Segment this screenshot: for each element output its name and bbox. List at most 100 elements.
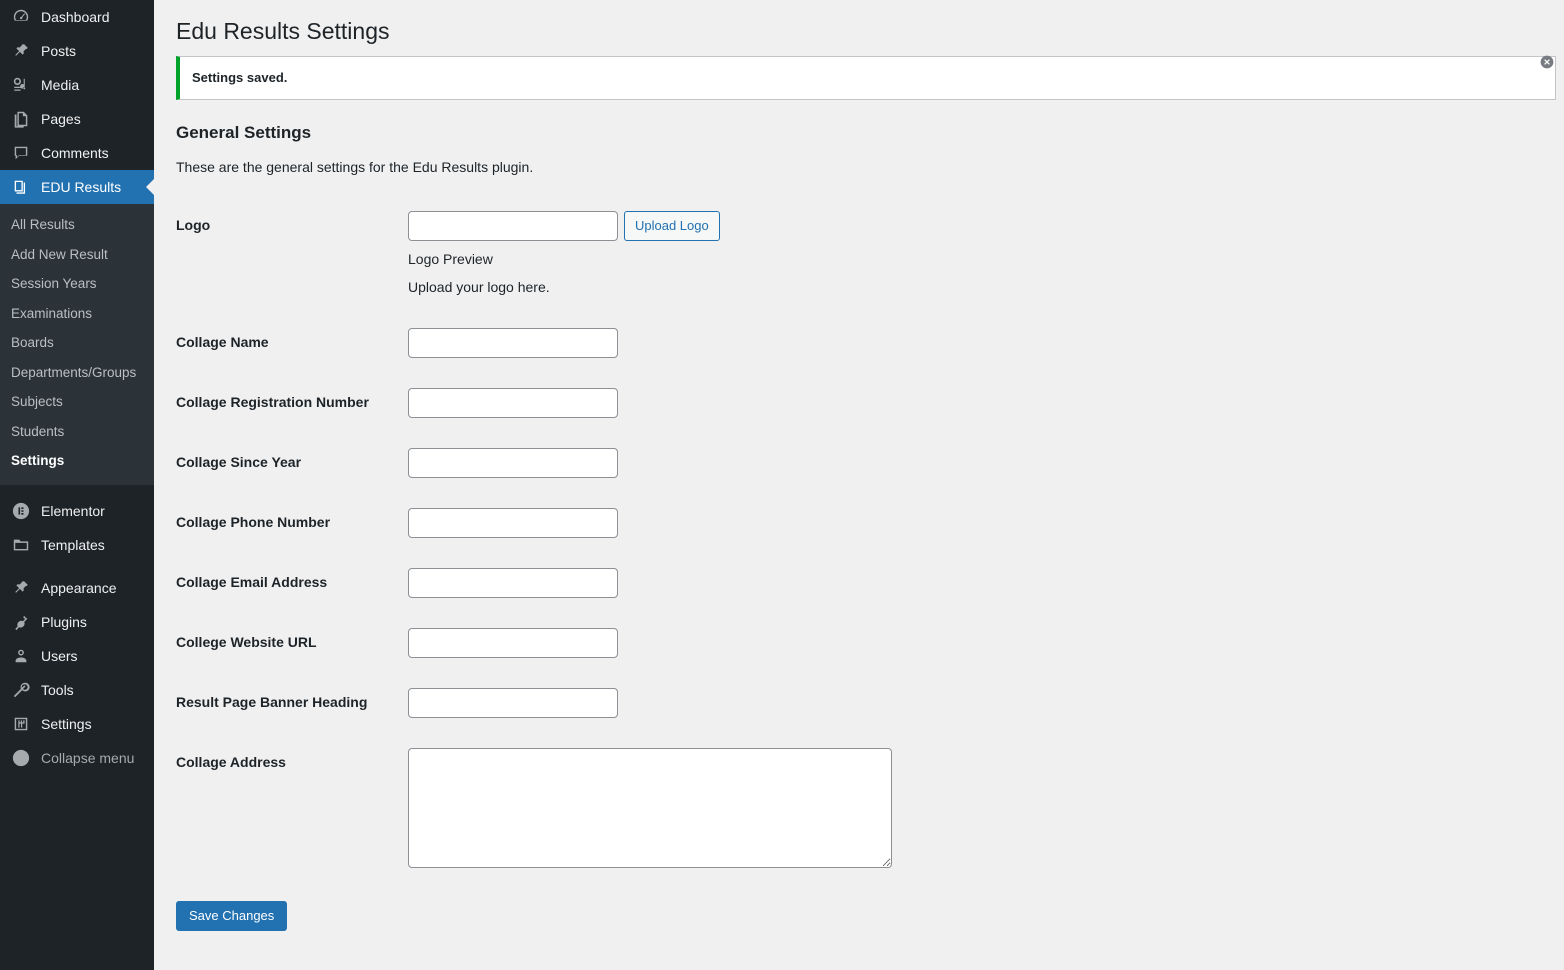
- page-title: Edu Results Settings: [176, 18, 390, 44]
- submenu-item-boards[interactable]: Boards: [0, 328, 154, 358]
- sidebar-item-label: Settings: [41, 715, 92, 732]
- sidebar-item-tools[interactable]: Tools: [0, 673, 154, 707]
- sidebar-item-label: Templates: [41, 536, 105, 553]
- menu-separator-1: [0, 485, 154, 494]
- sidebar-bottom-menu: Appearance Plugins Users Tools Settings: [0, 571, 154, 741]
- result-page-banner-heading-label: Result Page Banner Heading: [176, 693, 368, 710]
- collage-name-input[interactable]: [408, 327, 618, 358]
- general-settings-form: Logo Upload Logo Logo Preview Upload your l…: [176, 196, 1564, 931]
- college-website-url-label: College Website URL: [176, 633, 317, 650]
- sidebar-item-label: Media: [41, 77, 80, 93]
- logo-upload-row: Upload Logo: [408, 210, 1546, 241]
- main-content: Edu Results Settings Settings saved. Gen…: [154, 0, 1564, 970]
- collage-address-label: Collage Address: [176, 753, 286, 770]
- settings-saved-notice: Settings saved.: [176, 55, 1556, 100]
- logo-url-input[interactable]: [408, 210, 618, 241]
- form-row-college-website-url: College Website URL: [176, 613, 1556, 673]
- submenu-item-all-results[interactable]: All Results: [0, 210, 154, 240]
- college-website-url-field-cell: [398, 613, 1556, 673]
- submenu-item-settings[interactable]: Settings: [0, 446, 154, 476]
- logo-field-cell: Upload Logo Logo Preview Upload your logo …: [398, 196, 1556, 313]
- sidebar-item-users[interactable]: Users: [0, 639, 154, 673]
- college-website-url-input[interactable]: [408, 627, 618, 658]
- sidebar-item-label: Plugins: [41, 613, 87, 630]
- collage-address-textarea[interactable]: [408, 747, 892, 868]
- pages-icon: [11, 109, 31, 129]
- settings-icon: [11, 714, 31, 734]
- users-icon: [11, 646, 31, 666]
- logo-help-text: Upload your logo here.: [408, 279, 550, 296]
- collage-phone-number-input[interactable]: [408, 507, 618, 538]
- collage-email-address-field-cell: [398, 553, 1556, 613]
- collage-address-field-cell: [398, 733, 1556, 883]
- submenu-item-students[interactable]: Students: [0, 417, 154, 447]
- sidebar-top-menu: Dashboard Posts Media Pages Comments EDU Resu…: [0, 0, 154, 204]
- edu-results-submenu: All Results Add New Result Session Years Ex…: [0, 204, 154, 485]
- collage-since-year-field-cell: [398, 433, 1556, 493]
- form-row-collage-name: Collage Name: [176, 313, 1556, 373]
- appearance-icon: [11, 578, 31, 598]
- submenu-item-session-years[interactable]: Session Years: [0, 269, 154, 299]
- admin-page: Dashboard Posts Media Pages Comments EDU Resu…: [0, 0, 1564, 970]
- sidebar-item-label: Users: [41, 647, 78, 664]
- upload-logo-button[interactable]: Upload Logo: [624, 210, 720, 241]
- form-row-collage-address: Collage Address: [176, 733, 1556, 883]
- section-description: These are the general settings for the E…: [176, 158, 534, 175]
- notice-text: Settings saved.: [192, 70, 288, 86]
- comments-icon: [11, 143, 31, 163]
- form-row-result-page-banner-heading: Result Page Banner Heading: [176, 673, 1556, 733]
- sidebar-plugin-menu: Elementor Templates: [0, 494, 154, 562]
- notice-dismiss-button[interactable]: [1536, 51, 1558, 73]
- collapse-arrow-icon: [11, 748, 31, 768]
- collage-registration-number-input[interactable]: [408, 387, 618, 418]
- media-icon: [11, 75, 31, 95]
- submenu-item-departments-groups[interactable]: Departments/Groups: [0, 358, 154, 388]
- sidebar-item-edu-results[interactable]: EDU Results: [0, 170, 154, 204]
- submenu-item-subjects[interactable]: Subjects: [0, 387, 154, 417]
- collage-phone-number-label: Collage Phone Number: [176, 513, 331, 530]
- collage-email-address-input[interactable]: [408, 567, 618, 598]
- collapse-menu-button[interactable]: Collapse menu: [0, 741, 154, 775]
- collage-phone-number-field-cell: [398, 493, 1556, 553]
- sidebar-item-media[interactable]: Media: [0, 68, 154, 102]
- dashboard-icon: [11, 7, 31, 27]
- plugin-icon: [11, 612, 31, 632]
- sidebar-item-settings[interactable]: Settings: [0, 707, 154, 741]
- collage-name-label: Collage Name: [176, 333, 269, 350]
- sidebar-item-dashboard[interactable]: Dashboard: [0, 0, 154, 34]
- logo-label: Logo: [176, 216, 211, 233]
- sidebar-item-elementor[interactable]: Elementor: [0, 494, 154, 528]
- tools-icon: [11, 680, 31, 700]
- result-page-banner-heading-field-cell: [398, 673, 1556, 733]
- save-changes-button[interactable]: Save Changes: [176, 900, 288, 931]
- settings-table: Logo Upload Logo Logo Preview Upload your l…: [176, 196, 1556, 883]
- collage-registration-number-field-cell: [398, 373, 1556, 433]
- sidebar-item-plugins[interactable]: Plugins: [0, 605, 154, 639]
- sidebar-item-label: EDU Results: [41, 179, 122, 195]
- form-row-logo: Logo Upload Logo Logo Preview Upload your l…: [176, 196, 1556, 313]
- submenu-item-examinations[interactable]: Examinations: [0, 299, 154, 329]
- sidebar-item-appearance[interactable]: Appearance: [0, 571, 154, 605]
- collage-email-address-label: Collage Email Address: [176, 573, 328, 590]
- folder-icon: [11, 535, 31, 555]
- sidebar-item-label: Comments: [41, 145, 109, 161]
- sidebar-item-posts[interactable]: Posts: [0, 34, 154, 68]
- sidebar-item-label: Tools: [41, 681, 74, 698]
- logo-preview-label: Logo Preview: [408, 250, 493, 267]
- collage-since-year-label: Collage Since Year: [176, 453, 302, 470]
- pin-icon: [11, 41, 31, 61]
- submenu-item-add-new-result[interactable]: Add New Result: [0, 240, 154, 270]
- sidebar-item-templates[interactable]: Templates: [0, 528, 154, 562]
- collage-since-year-input[interactable]: [408, 447, 618, 478]
- sidebar-collapse-menu: Collapse menu: [0, 741, 154, 775]
- sidebar-item-label: Appearance: [41, 579, 117, 596]
- sidebar-item-label: Pages: [41, 111, 81, 127]
- result-page-banner-heading-input[interactable]: [408, 687, 618, 718]
- sidebar-item-comments[interactable]: Comments: [0, 136, 154, 170]
- sidebar-item-label: Elementor: [41, 502, 105, 519]
- sidebar-item-pages[interactable]: Pages: [0, 102, 154, 136]
- form-row-collage-email-address: Collage Email Address: [176, 553, 1556, 613]
- collage-registration-number-label: Collage Registration Number: [176, 393, 369, 410]
- collage-name-field-cell: [398, 313, 1556, 373]
- admin-sidebar: Dashboard Posts Media Pages Comments EDU Resu…: [0, 0, 154, 970]
